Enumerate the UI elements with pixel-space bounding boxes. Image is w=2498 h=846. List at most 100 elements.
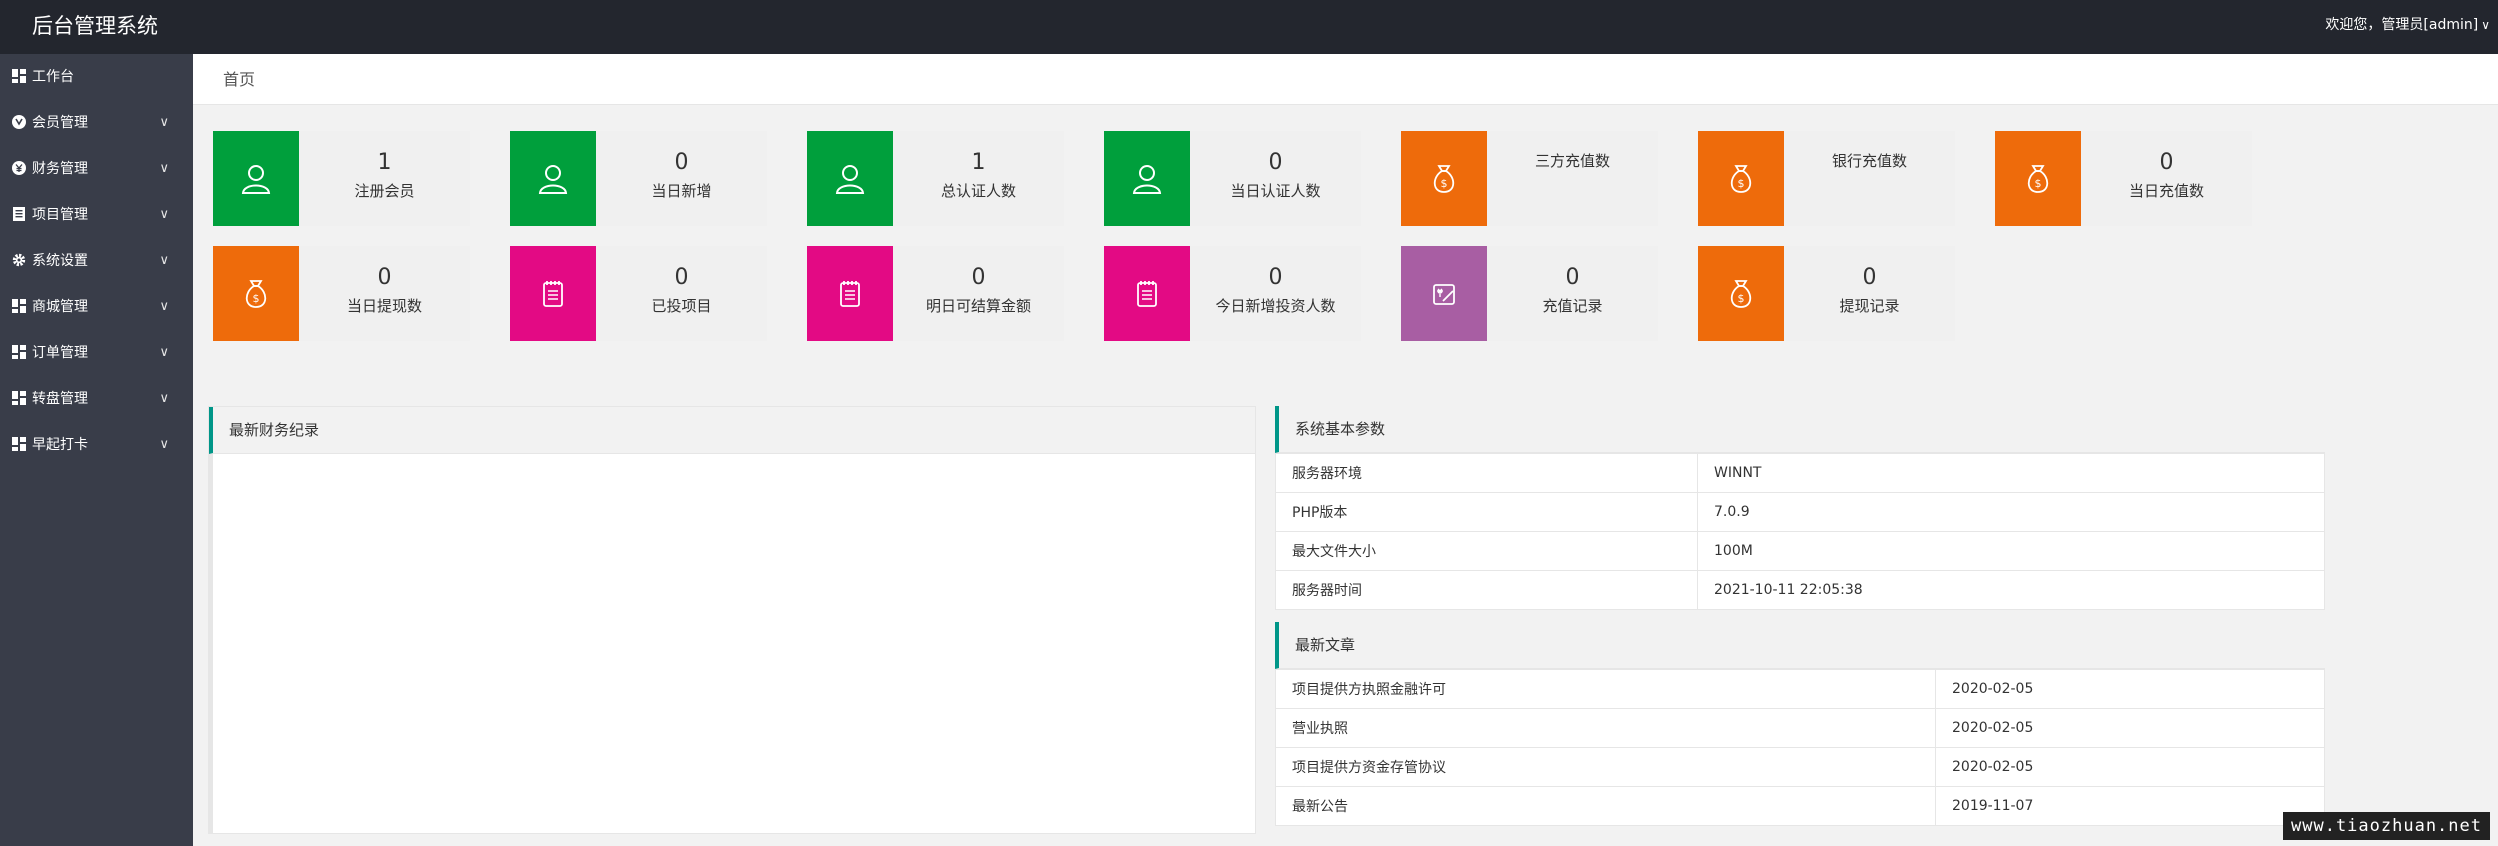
stat-label: 总认证人数 bbox=[940, 182, 1016, 200]
table-row[interactable]: 最新公告 2019-11-07 bbox=[1275, 786, 2325, 826]
chevron-down-icon: ∨ bbox=[159, 391, 169, 406]
user-icon bbox=[807, 131, 893, 226]
breadcrumb-home[interactable]: 首页 bbox=[223, 69, 255, 91]
sidebar-item-wheel[interactable]: 转盘管理 ∨ bbox=[0, 376, 193, 422]
system-params-table: 服务器环境 WINNT PHP版本 7.0.9 最大文件大小 100M 服务器时… bbox=[1275, 453, 2325, 610]
table-row: 最大文件大小 100M bbox=[1275, 531, 2325, 571]
svg-text:$: $ bbox=[1738, 177, 1745, 190]
sidebar-item-label: 转盘管理 bbox=[32, 391, 88, 407]
stat-value: 0 bbox=[1268, 150, 1283, 175]
wheel-icon bbox=[12, 391, 26, 405]
main-content: 首页 1 注册会员 0 当日新增 1 总认证人数 0 当日认证人数 $ 三方充值… bbox=[193, 54, 2498, 846]
svg-text:$: $ bbox=[2035, 177, 2042, 190]
stat-card-bank-recharge[interactable]: $ 银行充值数 bbox=[1698, 131, 1955, 226]
system-params-panel: 系统基本参数 服务器环境 WINNT PHP版本 7.0.9 最大文件大小 10… bbox=[1275, 406, 2325, 610]
stat-value: 0 bbox=[1268, 265, 1283, 290]
stat-label: 充值记录 bbox=[1542, 297, 1603, 315]
sidebar-item-label: 会员管理 bbox=[32, 115, 88, 131]
chevron-down-icon: ∨ bbox=[159, 207, 169, 222]
user-icon bbox=[510, 131, 596, 226]
panel-title: 最新文章 bbox=[1275, 622, 2325, 669]
money-bag-icon: $ bbox=[1698, 131, 1784, 226]
app-title: 后台管理系统 bbox=[32, 14, 158, 38]
money-bag-icon: $ bbox=[1698, 246, 1784, 341]
user-menu[interactable]: 欢迎您，管理员[admin] ∨ bbox=[2325, 15, 2490, 35]
stat-label: 银行充值数 bbox=[1831, 152, 1907, 170]
stat-label: 提现记录 bbox=[1839, 297, 1900, 315]
stat-card-registered-members[interactable]: 1 注册会员 bbox=[213, 131, 470, 226]
chevron-down-icon: ∨ bbox=[159, 345, 169, 360]
sidebar-item-members[interactable]: 会员管理 ∨ bbox=[0, 100, 193, 146]
table-row[interactable]: 营业执照 2020-02-05 bbox=[1275, 708, 2325, 748]
top-header: 后台管理系统 欢迎您，管理员[admin] ∨ bbox=[0, 0, 2498, 54]
svg-text:$: $ bbox=[1441, 177, 1448, 190]
chevron-down-icon: ∨ bbox=[2481, 18, 2490, 32]
sidebar-item-checkin[interactable]: 早起打卡 ∨ bbox=[0, 422, 193, 468]
table-row: PHP版本 7.0.9 bbox=[1275, 492, 2325, 532]
sidebar-item-label: 财务管理 bbox=[32, 161, 88, 177]
stat-card-third-party-recharge[interactable]: $ 三方充值数 bbox=[1401, 131, 1658, 226]
stat-card-today-withdraw[interactable]: $ 0 当日提现数 bbox=[213, 246, 470, 341]
table-row: 服务器时间 2021-10-11 22:05:38 bbox=[1275, 570, 2325, 610]
stat-label: 当日认证人数 bbox=[1230, 182, 1321, 200]
stat-card-today-new[interactable]: 0 当日新增 bbox=[510, 131, 767, 226]
money-bag-icon: $ bbox=[1995, 131, 2081, 226]
sidebar-item-orders[interactable]: 订单管理 ∨ bbox=[0, 330, 193, 376]
sidebar-item-shop[interactable]: 商城管理 ∨ bbox=[0, 284, 193, 330]
article-date: 2020-02-05 bbox=[1935, 669, 2325, 709]
param-key: 服务器时间 bbox=[1275, 570, 1698, 610]
chevron-down-icon: ∨ bbox=[159, 299, 169, 314]
stat-card-total-verified[interactable]: 1 总认证人数 bbox=[807, 131, 1064, 226]
stat-card-withdraw-records[interactable]: $ 0 提现记录 bbox=[1698, 246, 1955, 341]
param-key: PHP版本 bbox=[1275, 492, 1698, 532]
chevron-down-icon: ∨ bbox=[159, 115, 169, 130]
chevron-down-icon: ∨ bbox=[159, 253, 169, 268]
stat-label: 当日提现数 bbox=[346, 297, 422, 315]
chevron-down-icon: ∨ bbox=[159, 161, 169, 176]
article-date: 2020-02-05 bbox=[1935, 747, 2325, 787]
param-value: 7.0.9 bbox=[1697, 492, 2325, 532]
stat-card-tomorrow-settlement[interactable]: 0 明日可结算金额 bbox=[807, 246, 1064, 341]
sidebar-item-label: 工作台 bbox=[32, 69, 74, 85]
stat-card-today-verified[interactable]: 0 当日认证人数 bbox=[1104, 131, 1361, 226]
stat-card-today-new-investors[interactable]: 0 今日新增投资人数 bbox=[1104, 246, 1361, 341]
recharge-card-icon bbox=[1401, 246, 1487, 341]
stat-card-recharge-records[interactable]: 0 充值记录 bbox=[1401, 246, 1658, 341]
stat-card-invested-projects[interactable]: 0 已投项目 bbox=[510, 246, 767, 341]
stat-value: 0 bbox=[971, 265, 986, 290]
article-title[interactable]: 项目提供方执照金融许可 bbox=[1275, 669, 1936, 709]
watermark: www.tiaozhuan.net bbox=[2283, 812, 2490, 840]
panel-title: 系统基本参数 bbox=[1275, 406, 2325, 453]
sidebar-item-finance[interactable]: 财务管理 ∨ bbox=[0, 146, 193, 192]
sidebar-item-projects[interactable]: 项目管理 ∨ bbox=[0, 192, 193, 238]
shop-icon bbox=[12, 299, 26, 313]
article-title[interactable]: 最新公告 bbox=[1275, 786, 1936, 826]
stat-value: 0 bbox=[1565, 265, 1580, 290]
sidebar-item-settings[interactable]: 系统设置 ∨ bbox=[0, 238, 193, 284]
stat-label: 当日充值数 bbox=[2128, 182, 2204, 200]
user-icon bbox=[213, 131, 299, 226]
stat-value: 0 bbox=[1862, 265, 1877, 290]
article-date: 2020-02-05 bbox=[1935, 708, 2325, 748]
chevron-down-icon: ∨ bbox=[159, 437, 169, 452]
order-icon bbox=[12, 345, 26, 359]
project-icon bbox=[13, 207, 25, 221]
table-row: 服务器环境 WINNT bbox=[1275, 453, 2325, 493]
svg-text:$: $ bbox=[1738, 292, 1745, 305]
table-row[interactable]: 项目提供方执照金融许可 2020-02-05 bbox=[1275, 669, 2325, 709]
param-value: WINNT bbox=[1697, 453, 2325, 493]
article-title[interactable]: 项目提供方资金存管协议 bbox=[1275, 747, 1936, 787]
stat-value: 0 bbox=[377, 265, 392, 290]
article-title[interactable]: 营业执照 bbox=[1275, 708, 1936, 748]
sidebar-item-label: 早起打卡 bbox=[32, 437, 88, 453]
sidebar-item-dashboard[interactable]: 工作台 bbox=[0, 54, 193, 100]
param-key: 最大文件大小 bbox=[1275, 531, 1698, 571]
stat-card-today-recharge[interactable]: $ 0 当日充值数 bbox=[1995, 131, 2252, 226]
stat-label: 已投项目 bbox=[651, 297, 712, 315]
stat-label: 明日可结算金额 bbox=[925, 297, 1031, 315]
stat-label: 当日新增 bbox=[651, 182, 712, 200]
stat-label: 注册会员 bbox=[354, 182, 415, 200]
table-row[interactable]: 项目提供方资金存管协议 2020-02-05 bbox=[1275, 747, 2325, 787]
stat-value: 1 bbox=[377, 150, 392, 175]
notepad-icon bbox=[807, 246, 893, 341]
